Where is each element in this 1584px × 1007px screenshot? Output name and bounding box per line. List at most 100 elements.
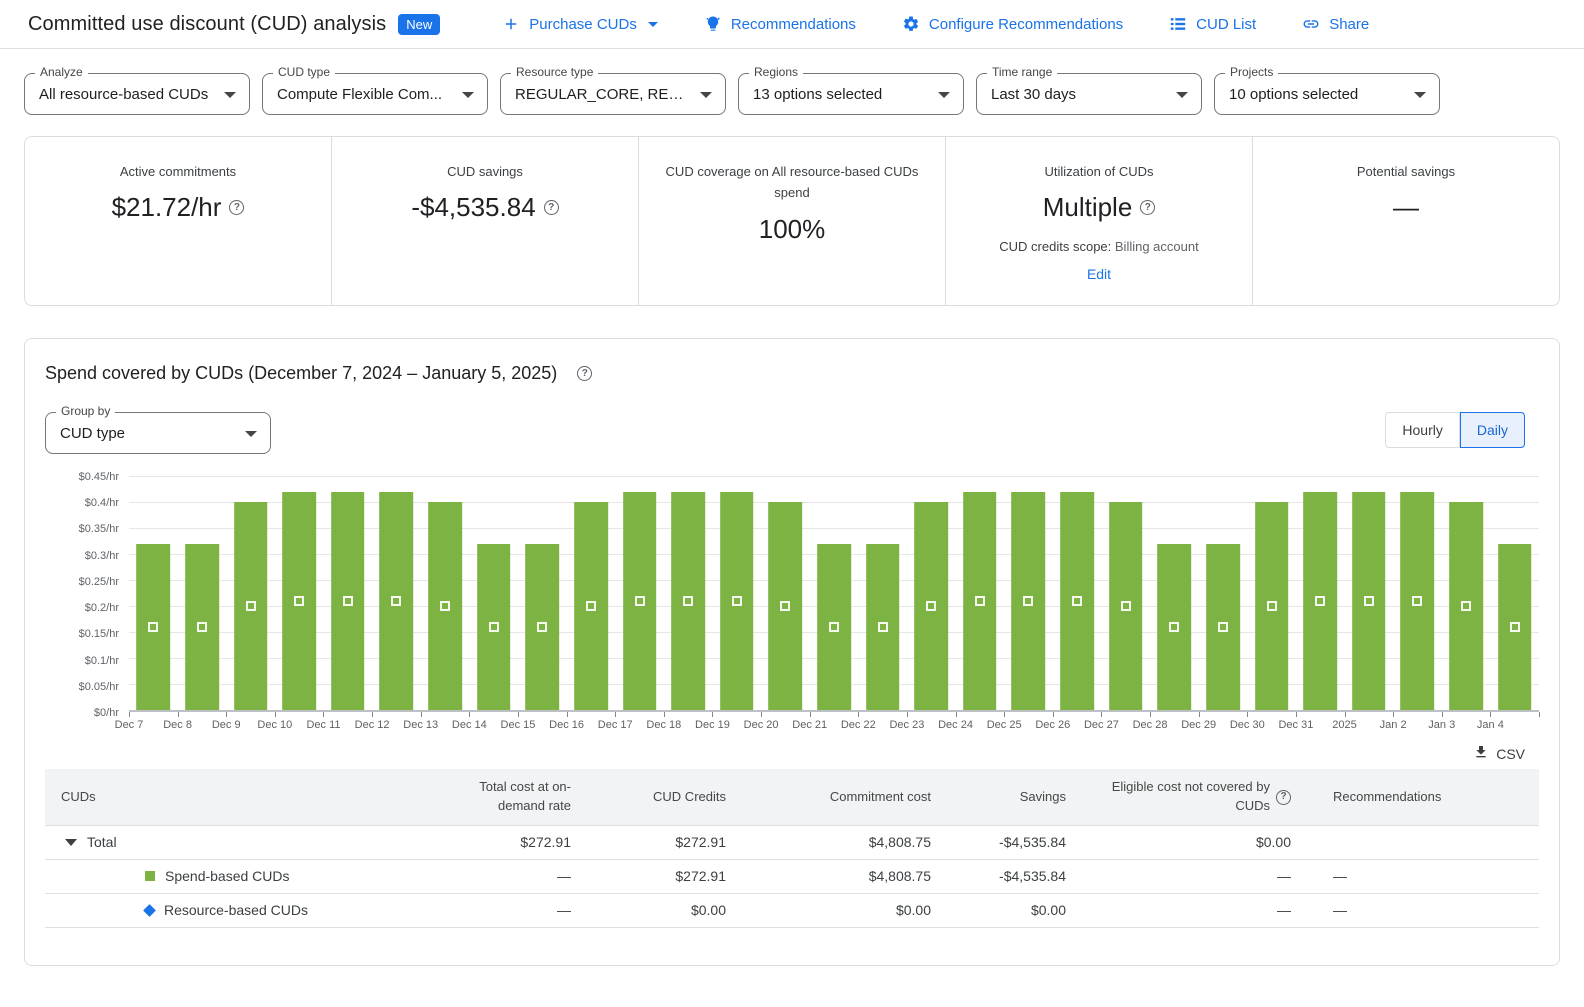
series-marker bbox=[294, 596, 304, 606]
purchase-cuds-button[interactable]: Purchase CUDs bbox=[502, 15, 658, 33]
x-tick-label: Dec 30 bbox=[1230, 719, 1265, 731]
y-tick-label: $0.3/hr bbox=[85, 550, 119, 562]
group-by-select[interactable]: Group by CUD type bbox=[45, 412, 271, 454]
y-tick-label: $0/hr bbox=[94, 707, 119, 719]
time-range-filter[interactable]: Time rangeLast 30 days bbox=[976, 73, 1202, 115]
filter-label: Resource type bbox=[511, 65, 598, 79]
x-tick-label: Jan 4 bbox=[1477, 719, 1504, 731]
collapse-row-icon[interactable] bbox=[65, 839, 77, 846]
x-tick bbox=[956, 712, 957, 717]
x-tick bbox=[1490, 712, 1491, 717]
series-marker bbox=[391, 596, 401, 606]
recommendations-button[interactable]: Recommendations bbox=[704, 15, 856, 33]
regions-filter[interactable]: Regions13 options selected bbox=[738, 73, 964, 115]
x-tick-label: Dec 8 bbox=[163, 719, 192, 731]
row-label-cell: Resource-based CUDs bbox=[45, 900, 445, 920]
group-by-value: CUD type bbox=[60, 425, 236, 442]
x-tick bbox=[567, 712, 568, 717]
column-header: CUD Credits bbox=[653, 780, 726, 815]
table-cell: $272.91 bbox=[445, 832, 571, 852]
filter-value: 13 options selected bbox=[753, 86, 929, 103]
column-header: CUDs bbox=[45, 780, 445, 815]
filter-value: All resource-based CUDs bbox=[39, 86, 215, 103]
action-label: Share bbox=[1329, 16, 1369, 33]
list-icon bbox=[1169, 15, 1187, 33]
help-icon[interactable]: ? bbox=[1140, 200, 1155, 215]
y-tick-label: $0.15/hr bbox=[79, 628, 119, 640]
x-tick bbox=[226, 712, 227, 717]
stat-value: $21.72/hr? bbox=[25, 192, 331, 223]
plus-icon bbox=[502, 15, 520, 33]
x-tick bbox=[421, 712, 422, 717]
filter-label: Projects bbox=[1225, 65, 1278, 79]
stat-utilization-of-cuds: Utilization of CUDsMultiple?CUD credits … bbox=[945, 137, 1252, 305]
page-header: Committed use discount (CUD) analysis Ne… bbox=[0, 0, 1584, 49]
granularity-toggle: HourlyDaily bbox=[1385, 412, 1525, 448]
cud-type-filter[interactable]: CUD typeCompute Flexible Com... bbox=[262, 73, 488, 115]
row-label-cell: Spend-based CUDs bbox=[45, 866, 445, 886]
x-tick-label: Dec 16 bbox=[549, 719, 584, 731]
x-tick-label: Dec 7 bbox=[115, 719, 144, 731]
y-tick-label: $0.25/hr bbox=[79, 576, 119, 588]
series-marker bbox=[440, 601, 450, 611]
configure-recommendations-button[interactable]: Configure Recommendations bbox=[902, 15, 1123, 33]
x-tick-label: Dec 19 bbox=[695, 719, 730, 731]
action-label: Recommendations bbox=[731, 16, 856, 33]
series-marker bbox=[1072, 596, 1082, 606]
table-cell: $4,808.75 bbox=[726, 832, 931, 852]
filter-bar: AnalyzeAll resource-based CUDsCUD typeCo… bbox=[0, 49, 1584, 115]
series-marker bbox=[1267, 601, 1277, 611]
gear-icon bbox=[902, 15, 920, 33]
resource-type-filter[interactable]: Resource typeREGULAR_CORE, REGU... bbox=[500, 73, 726, 115]
help-icon[interactable]: ? bbox=[577, 366, 592, 381]
csv-label: CSV bbox=[1496, 746, 1525, 762]
edit-scope-link[interactable]: Edit bbox=[1087, 266, 1111, 282]
row-label: Spend-based CUDs bbox=[165, 866, 290, 886]
filter-label: Analyze bbox=[35, 65, 88, 79]
hourly-toggle-button[interactable]: Hourly bbox=[1385, 412, 1459, 448]
y-tick-label: $0.1/hr bbox=[85, 655, 119, 667]
y-tick-label: $0.2/hr bbox=[85, 602, 119, 614]
daily-toggle-button[interactable]: Daily bbox=[1460, 412, 1525, 448]
table-cell: — bbox=[1066, 900, 1291, 920]
table-cell: — bbox=[445, 900, 571, 920]
x-tick bbox=[761, 712, 762, 717]
stat-cud-coverage-on-all-resource-b: CUD coverage on All resource-based CUDs … bbox=[638, 137, 945, 305]
table-cell: $0.00 bbox=[726, 900, 931, 920]
filter-value: Last 30 days bbox=[991, 86, 1167, 103]
x-tick-label: Dec 31 bbox=[1278, 719, 1313, 731]
x-tick bbox=[1345, 712, 1346, 717]
help-icon[interactable]: ? bbox=[1276, 790, 1291, 805]
download-csv-button[interactable]: CSV bbox=[1473, 744, 1525, 763]
series-marker bbox=[1364, 596, 1374, 606]
analyze-filter[interactable]: AnalyzeAll resource-based CUDs bbox=[24, 73, 250, 115]
cud-list-button[interactable]: CUD List bbox=[1169, 15, 1256, 33]
download-icon bbox=[1473, 744, 1489, 763]
x-tick-label: Dec 13 bbox=[403, 719, 438, 731]
series-marker bbox=[246, 601, 256, 611]
table-cell: $0.00 bbox=[1066, 832, 1291, 852]
table-row-total: Total$272.91$272.91$4,808.75-$4,535.84$0… bbox=[45, 825, 1539, 859]
x-tick bbox=[615, 712, 616, 717]
share-button[interactable]: Share bbox=[1302, 15, 1369, 33]
table-cell: $4,808.75 bbox=[726, 866, 931, 886]
x-tick bbox=[712, 712, 713, 717]
projects-filter[interactable]: Projects10 options selected bbox=[1214, 73, 1440, 115]
series-marker bbox=[683, 596, 693, 606]
x-tick bbox=[178, 712, 179, 717]
table-row-spend: Spend-based CUDs—$272.91$4,808.75-$4,535… bbox=[45, 859, 1539, 893]
column-header: Total cost at on-demand rate bbox=[445, 770, 571, 824]
table-bottom-border bbox=[45, 927, 1539, 928]
scope-value: Billing account bbox=[1115, 239, 1199, 254]
scope-label: CUD credits scope: bbox=[999, 239, 1111, 254]
y-axis-labels: $0/hr$0.05/hr$0.1/hr$0.15/hr$0.2/hr$0.25… bbox=[45, 476, 129, 712]
table-row-resource: Resource-based CUDs—$0.00$0.00$0.00—— bbox=[45, 893, 1539, 927]
help-icon[interactable]: ? bbox=[544, 200, 559, 215]
resource-based-swatch bbox=[143, 904, 156, 917]
action-label: CUD List bbox=[1196, 16, 1256, 33]
help-icon[interactable]: ? bbox=[229, 200, 244, 215]
x-tick bbox=[1150, 712, 1151, 717]
y-tick-label: $0.05/hr bbox=[79, 681, 119, 693]
x-tick bbox=[907, 712, 908, 717]
group-by-label: Group by bbox=[56, 404, 115, 418]
